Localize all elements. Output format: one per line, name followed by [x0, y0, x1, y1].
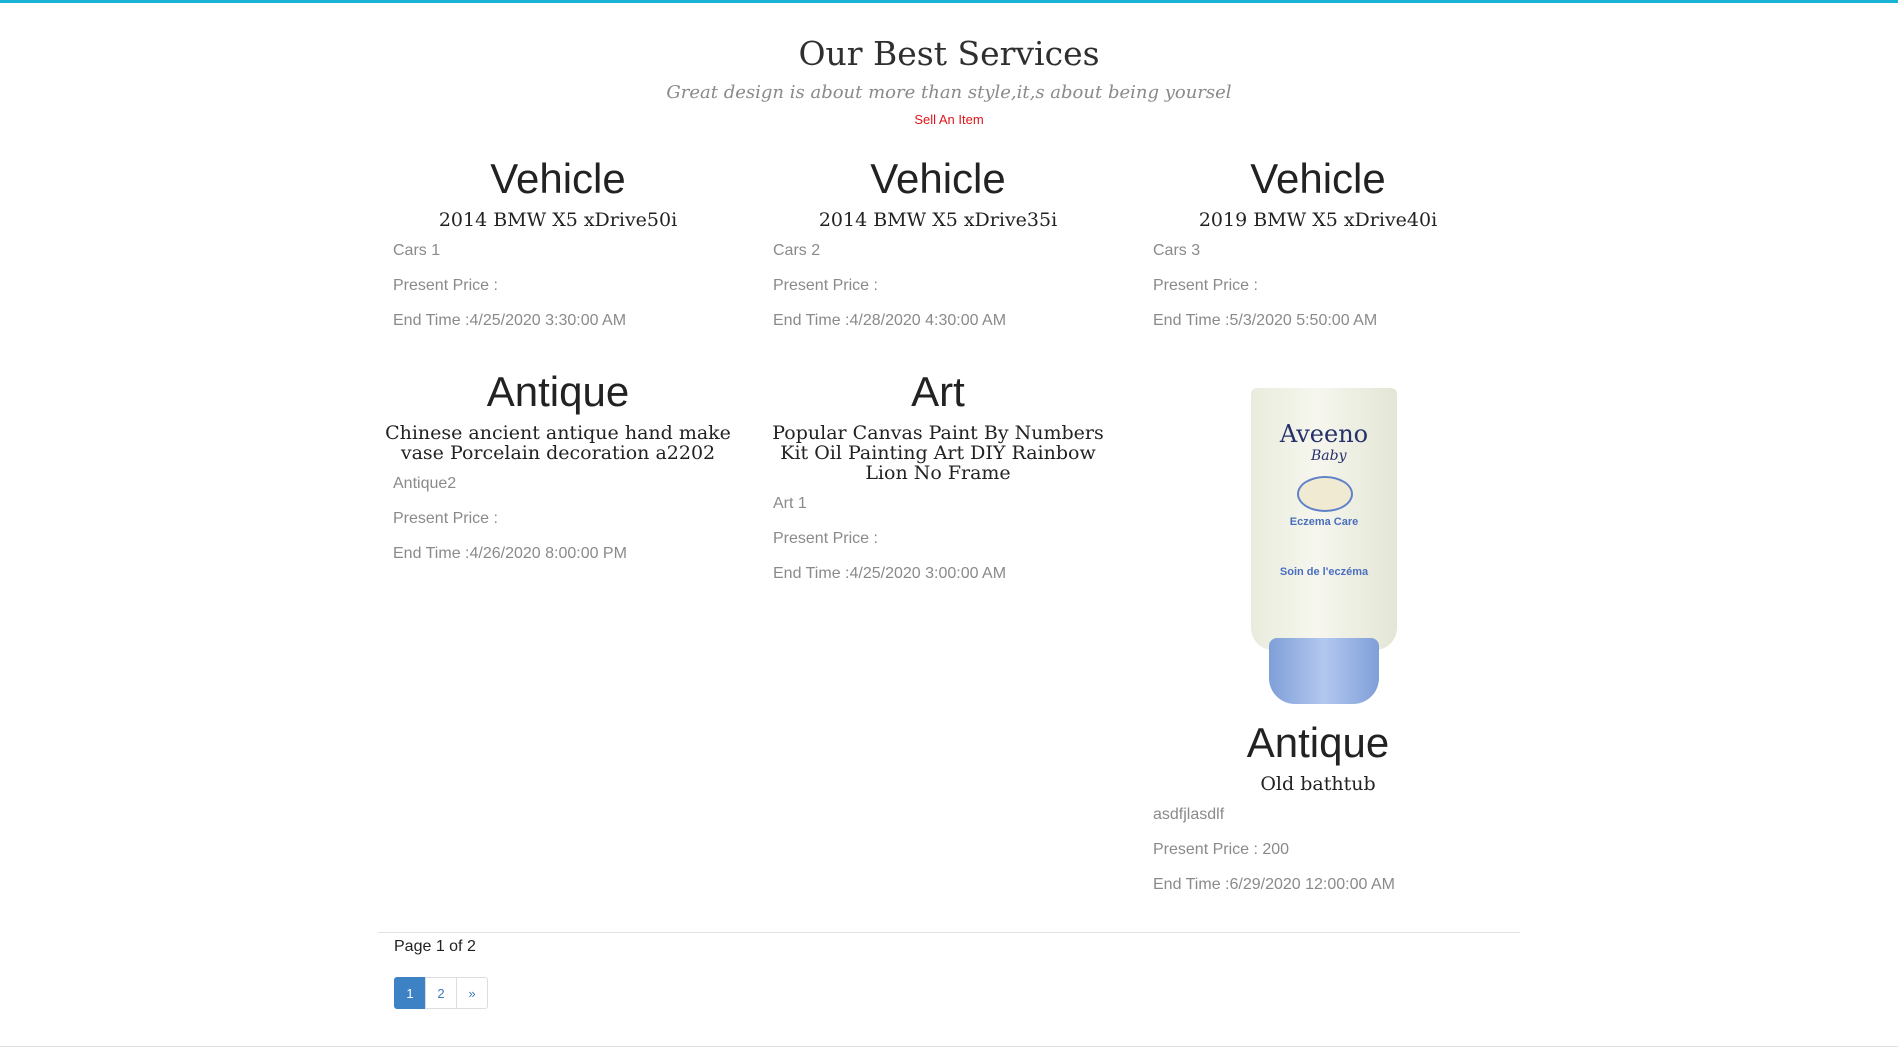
item-category: Vehicle: [870, 155, 1006, 202]
item-end-time: End Time :4/25/2020 3:00:00 AM: [773, 565, 1007, 582]
item-card[interactable]: Art Popular Canvas Paint By Numbers Kit …: [758, 363, 1118, 598]
item-title[interactable]: 2014 BMW X5 xDrive50i: [378, 210, 738, 230]
page-button-1[interactable]: 1: [394, 977, 426, 1009]
sell-item-link[interactable]: Sell An Item: [914, 112, 983, 127]
item-title[interactable]: 2019 BMW X5 xDrive40i: [1138, 210, 1498, 230]
item-price: Present Price :: [393, 510, 498, 527]
item-category: Antique: [486, 368, 630, 415]
item-card[interactable]: Vehicle 2014 BMW X5 xDrive50i Cars 1 Pre…: [378, 150, 738, 345]
item-title[interactable]: Popular Canvas Paint By Numbers Kit Oil …: [758, 423, 1118, 483]
item-end-time: End Time :4/25/2020 3:30:00 AM: [393, 312, 627, 329]
item-category: Vehicle: [1250, 155, 1386, 202]
item-description: asdfjlasdlf: [1153, 806, 1225, 823]
top-accent-bar: [0, 0, 1898, 3]
pagination: 1 2 »: [394, 977, 488, 1009]
page-button-2[interactable]: 2: [425, 977, 457, 1009]
item-price: Present Price :: [393, 277, 498, 294]
item-price: Present Price : 200: [1153, 841, 1290, 858]
item-description: Cars 3: [1153, 242, 1201, 259]
item-card[interactable]: Vehicle 2014 BMW X5 xDrive35i Cars 2 Pre…: [758, 150, 1118, 345]
item-card[interactable]: Vehicle 2019 BMW X5 xDrive40i Cars 3 Pre…: [1138, 150, 1498, 345]
item-end-time: End Time :5/3/2020 5:50:00 AM: [1153, 312, 1378, 329]
product-image[interactable]: Aveeno Baby Eczema Care Soin de l'eczéma: [1138, 378, 1498, 714]
item-title[interactable]: Chinese ancient antique hand make vase P…: [378, 423, 738, 463]
item-description: Art 1: [773, 495, 807, 512]
item-description: Cars 1: [393, 242, 441, 259]
item-category: Antique: [1246, 719, 1390, 766]
page-title: Our Best Services: [798, 34, 1100, 73]
next-page-button[interactable]: »: [456, 977, 488, 1009]
item-category: Art: [911, 368, 965, 415]
item-end-time: End Time :4/28/2020 4:30:00 AM: [773, 312, 1007, 329]
pagination-divider: [378, 932, 1520, 933]
footer-divider: [0, 1046, 1898, 1047]
item-description: Cars 2: [773, 242, 821, 259]
tube-cap: [1269, 638, 1379, 704]
tube-label-text: Eczema Care: [1289, 516, 1359, 528]
item-description: Antique2: [393, 475, 457, 492]
item-title[interactable]: Old bathtub: [1138, 774, 1498, 794]
tube-brand-text: Aveeno: [1279, 420, 1369, 448]
services-header: Our Best Services Great design is about …: [0, 28, 1898, 129]
item-card[interactable]: Antique Chinese ancient antique hand mak…: [378, 363, 738, 578]
item-card[interactable]: Aveeno Baby Eczema Care Soin de l'eczéma…: [1138, 378, 1498, 909]
item-end-time: End Time :6/29/2020 12:00:00 AM: [1153, 876, 1395, 893]
item-price: Present Price :: [773, 277, 878, 294]
lotion-tube-image: Aveeno Baby Eczema Care Soin de l'eczéma: [1251, 388, 1397, 704]
page-info: Page 1 of 2: [394, 938, 476, 955]
page-subtitle: Great design is about more than style,it…: [666, 82, 1232, 103]
item-title[interactable]: 2014 BMW X5 xDrive35i: [758, 210, 1118, 230]
tube-sub-text: Baby: [1311, 448, 1347, 464]
tube-seal-icon: [1297, 476, 1353, 512]
item-price: Present Price :: [773, 530, 878, 547]
item-category: Vehicle: [490, 155, 626, 202]
item-price: Present Price :: [1153, 277, 1258, 294]
item-end-time: End Time :4/26/2020 8:00:00 PM: [393, 545, 627, 562]
tube-label-text-fr: Soin de l'eczéma: [1279, 566, 1369, 578]
